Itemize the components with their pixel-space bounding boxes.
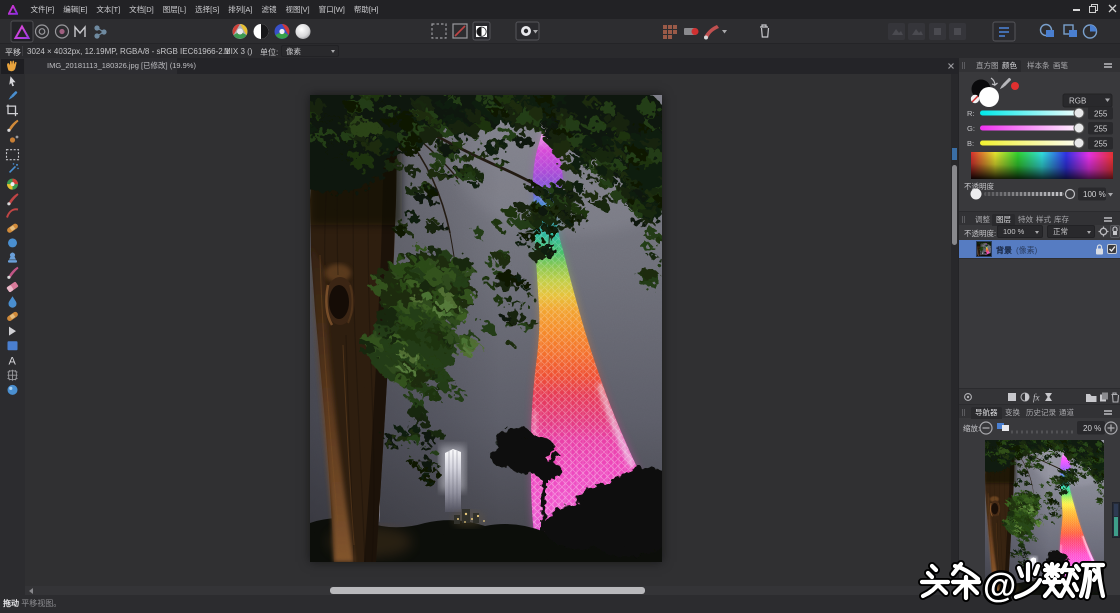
svg-text:缩放:: 缩放: [963,423,980,433]
svg-text:255: 255 [1094,140,1108,149]
svg-text:R:: R: [967,109,975,118]
svg-text:@: @ [983,567,1016,605]
svg-text:255: 255 [1094,125,1108,134]
svg-text:20 %: 20 % [1083,424,1101,433]
svg-text:100 %: 100 % [1083,190,1106,199]
svg-text:fx: fx [1033,393,1040,403]
svg-text:B:: B: [967,139,974,148]
svg-text:A: A [9,356,17,368]
svg-text:RGB: RGB [1069,97,1086,106]
svg-text:G:: G: [967,124,975,133]
svg-text:255: 255 [1094,110,1108,119]
